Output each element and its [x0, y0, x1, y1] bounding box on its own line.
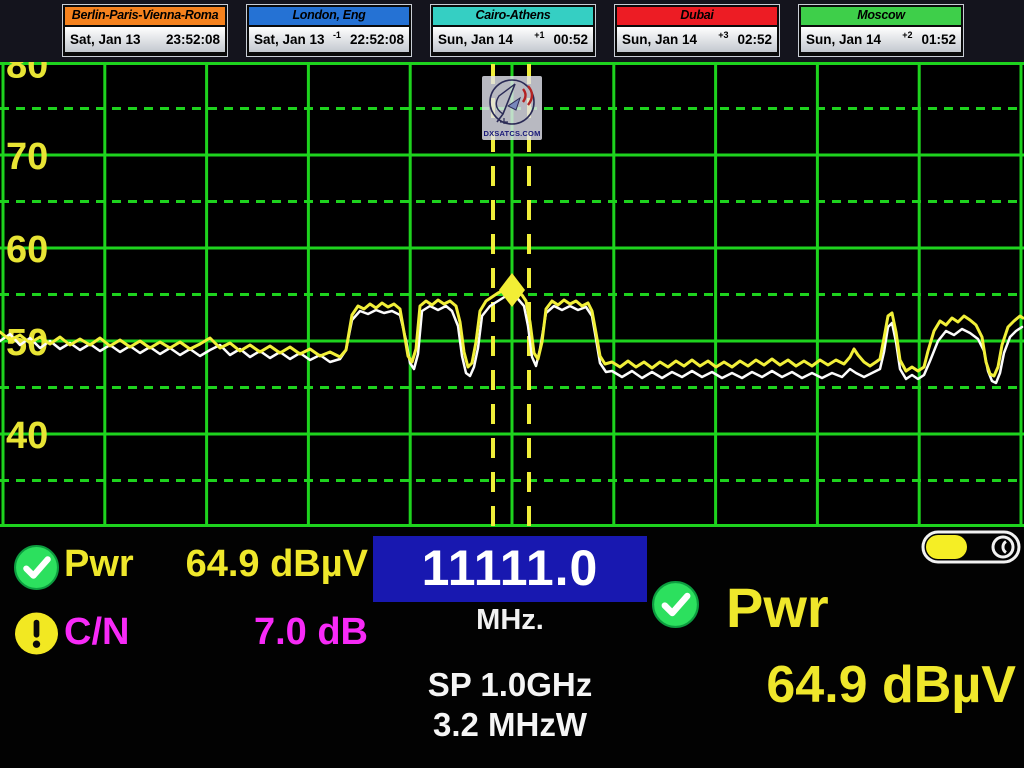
- clock-time: 22:52:08: [350, 32, 404, 47]
- cn-value: 7.0 dB: [140, 611, 368, 654]
- clock-time: 01:52: [921, 32, 956, 47]
- cn-status-warning-icon: [14, 611, 59, 656]
- y-axis-tick-label: 40: [6, 415, 48, 457]
- y-axis-tick-label: 80: [6, 62, 48, 87]
- clock-date: Sat, Jan 13: [254, 32, 333, 47]
- clock-city-label: Dubai: [615, 5, 779, 27]
- world-clock: Berlin-Paris-Vienna-Roma Sat, Jan 13 23:…: [62, 4, 228, 57]
- cn-label: C/N: [64, 611, 129, 654]
- clock-date: Sat, Jan 13: [70, 32, 157, 47]
- y-axis-tick-label: 60: [6, 229, 48, 271]
- span-label: SP 1.0GHz: [340, 666, 680, 704]
- right-pwr-label: Pwr: [726, 575, 829, 640]
- clock-utc-offset: +1: [534, 30, 544, 40]
- readings-panel: Pwr 64.9 dBµV 11111.0 MHz. C/N 7.0 dB SP…: [0, 527, 1024, 768]
- world-clock: Moscow Sun, Jan 14 +2 01:52: [798, 4, 964, 57]
- world-clock-bar: Berlin-Paris-Vienna-Roma Sat, Jan 13 23:…: [0, 0, 1024, 62]
- watermark-text: DXSATCS.COM: [482, 129, 542, 138]
- pwr-value: 64.9 dBµV: [140, 543, 368, 586]
- clock-date: Sun, Jan 14: [806, 32, 902, 47]
- frequency-unit-label: MHz.: [373, 604, 647, 637]
- clock-city-label: Cairo-Athens: [431, 5, 595, 27]
- clock-time: 23:52:08: [166, 32, 220, 47]
- clock-utc-offset: +3: [718, 30, 728, 40]
- right-pwr-status-ok-icon: [652, 581, 699, 628]
- clock-city-label: London, Eng: [247, 5, 411, 27]
- frequency-readout[interactable]: 11111.0: [373, 536, 647, 602]
- pwr-status-ok-icon: [14, 545, 59, 590]
- battery-icon: [921, 530, 1021, 564]
- spectrum-plot: 80 70 60 50 40 DXSATCS.COM: [0, 62, 1024, 527]
- clock-utc-offset: +2: [902, 30, 912, 40]
- clock-time: 00:52: [553, 32, 588, 47]
- world-clock: London, Eng Sat, Jan 13 -1 22:52:08: [246, 4, 412, 57]
- dxsatcs-logo-watermark: DXSATCS.COM: [482, 76, 542, 140]
- clock-date: Sun, Jan 14: [622, 32, 718, 47]
- clock-utc-offset: -1: [333, 30, 341, 40]
- world-clock: Cairo-Athens Sun, Jan 14 +1 00:52: [430, 4, 596, 57]
- clock-date: Sun, Jan 14: [438, 32, 534, 47]
- satellite-meter-screen: Berlin-Paris-Vienna-Roma Sat, Jan 13 23:…: [0, 0, 1024, 768]
- right-pwr-value: 64.9 dBµV: [656, 655, 1016, 715]
- pwr-label: Pwr: [64, 543, 134, 586]
- clock-city-label: Berlin-Paris-Vienna-Roma: [63, 5, 227, 27]
- clock-city-label: Moscow: [799, 5, 963, 27]
- y-axis-tick-label: 50: [6, 322, 48, 364]
- clock-time: 02:52: [737, 32, 772, 47]
- y-axis-tick-label: 70: [6, 136, 48, 178]
- world-clock: Dubai Sun, Jan 14 +3 02:52: [614, 4, 780, 57]
- bandwidth-label: 3.2 MHzW: [340, 706, 680, 744]
